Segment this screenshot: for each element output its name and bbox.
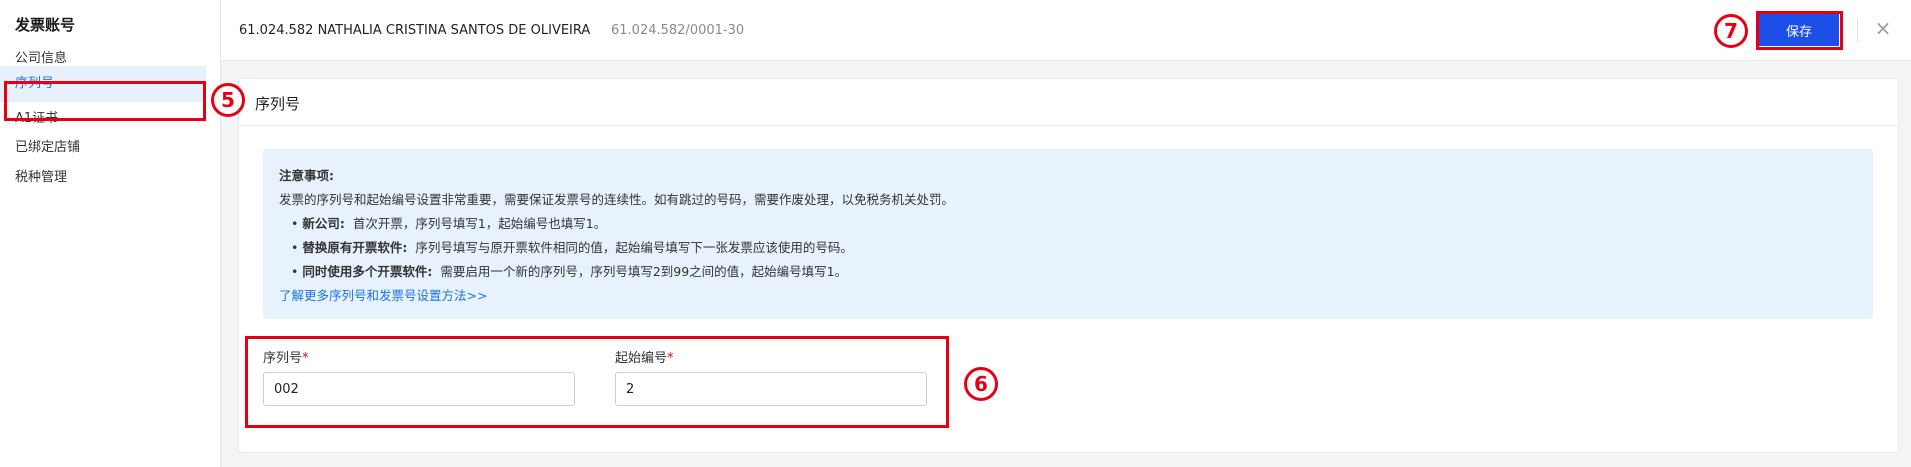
required-mark: *	[302, 351, 309, 366]
notice-title: 注意事项:	[279, 168, 334, 183]
sidebar-item-bound-stores[interactable]: 已绑定店铺	[15, 136, 80, 155]
save-button[interactable]: 保存	[1759, 14, 1839, 46]
required-mark: *	[667, 351, 674, 366]
header-divider	[1857, 18, 1858, 42]
serial-number-label: 序列号*	[263, 351, 309, 366]
step-7-marker: 7	[1714, 14, 1748, 48]
close-icon[interactable]: ×	[1871, 16, 1895, 40]
notice-bullet: • 新公司: 首次开票，序列号填写1，起始编号也填写1。	[291, 216, 607, 231]
step-5-marker: 5	[211, 83, 245, 117]
notice-description: 发票的序列号和起始编号设置非常重要，需要保证发票号的连续性。如有跳过的号码，需要…	[279, 192, 955, 207]
notice-bullet-bold: 同时使用多个开票软件:	[302, 264, 433, 279]
sidebar: 发票账号 公司信息 序列号 A1证书 已绑定店铺 税种管理	[0, 0, 221, 467]
sidebar-item-serial-number[interactable]: 序列号	[0, 66, 206, 102]
sidebar-item-tax-management[interactable]: 税种管理	[15, 166, 67, 185]
learn-more-link[interactable]: 了解更多序列号和发票号设置方法>>	[279, 285, 487, 304]
notice-bullet-bold: 新公司:	[302, 216, 345, 231]
notice-bullet: • 替换原有开票软件: 序列号填写与原开票软件相同的值，起始编号填写下一张发票应…	[291, 240, 853, 255]
notice-bullet-text: 序列号填写与原开票软件相同的值，起始编号填写下一张发票应该使用的号码。	[415, 240, 853, 255]
notice-bullet-text: 需要启用一个新的序列号，序列号填写2到99之间的值，起始编号填写1。	[440, 264, 848, 279]
serial-number-card: 序列号 注意事项: 发票的序列号和起始编号设置非常重要，需要保证发票号的连续性。…	[238, 78, 1899, 453]
notice-bullet-text: 首次开票，序列号填写1，起始编号也填写1。	[352, 216, 607, 231]
card-divider	[239, 125, 1898, 126]
sidebar-title: 发票账号	[15, 16, 76, 34]
sidebar-item-a1-certificate[interactable]: A1证书	[15, 107, 58, 126]
step-6-marker: 6	[964, 367, 998, 401]
start-number-label: 起始编号*	[615, 351, 674, 366]
sidebar-item-company-info[interactable]: 公司信息	[15, 47, 67, 66]
notice-bullet-bold: 替换原有开票软件:	[302, 240, 408, 255]
company-name: 61.024.582 NATHALIA CRISTINA SANTOS DE O…	[239, 23, 591, 38]
serial-number-input[interactable]	[263, 372, 575, 406]
start-number-input[interactable]	[615, 372, 927, 406]
notice-bullet: • 同时使用多个开票软件: 需要启用一个新的序列号，序列号填写2到99之间的值，…	[291, 264, 848, 279]
header-bar: 61.024.582 NATHALIA CRISTINA SANTOS DE O…	[221, 0, 1911, 61]
company-id: 61.024.582/0001-30	[611, 23, 745, 38]
card-title: 序列号	[255, 95, 301, 113]
notice-box: 注意事项: 发票的序列号和起始编号设置非常重要，需要保证发票号的连续性。如有跳过…	[263, 149, 1873, 319]
